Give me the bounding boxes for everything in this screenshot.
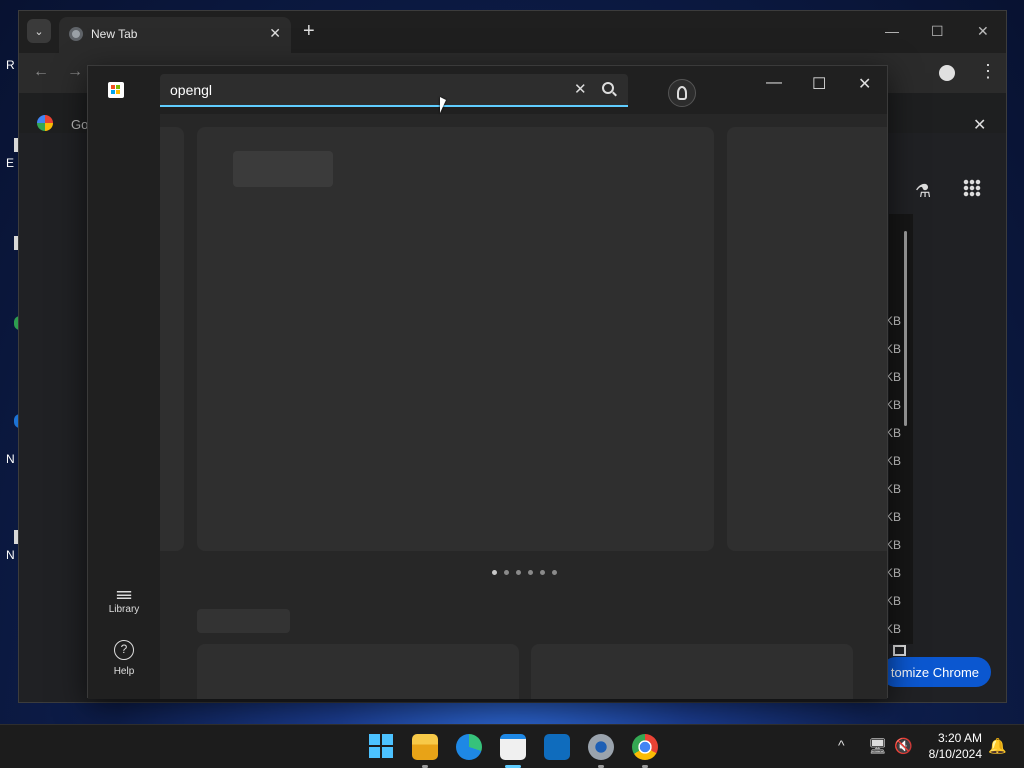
carousel-dot[interactable] (540, 570, 545, 575)
file-explorer-icon[interactable] (412, 734, 438, 760)
hero-card[interactable] (197, 127, 714, 551)
desktop-label-fragment[interactable]: R (6, 58, 15, 72)
start-button[interactable] (369, 734, 393, 758)
nav-help-label: Help (113, 666, 135, 677)
tab-search-button[interactable]: ⌄ (27, 19, 51, 43)
chrome-taskbar-icon[interactable] (632, 734, 658, 760)
person-icon (677, 86, 687, 100)
section-title-placeholder (197, 609, 290, 633)
google-apps-icon[interactable] (963, 179, 981, 197)
chrome-minimize-button[interactable]: — (885, 23, 899, 39)
desktop-label-fragment[interactable]: N (6, 548, 15, 562)
scrollbar[interactable] (904, 231, 907, 426)
network-icon[interactable]: 🖥 (868, 737, 887, 755)
tab-close-icon[interactable]: ✕ (269, 25, 281, 42)
outlook-icon[interactable] (544, 734, 570, 760)
tab-title: New Tab (91, 27, 138, 41)
taskbar: ^ 🖥 🔇 3:20 AM 8/10/2024 🔔 (0, 724, 1024, 768)
chrome-maximize-button[interactable]: ☐ (931, 23, 944, 40)
chrome-tab[interactable]: New Tab ✕ (59, 17, 291, 53)
desktop-label-fragment[interactable]: E (6, 156, 14, 170)
clock-date: 8/10/2024 (928, 747, 982, 761)
chrome-menu-icon[interactable]: ⋮ (979, 61, 997, 82)
store-logo-icon (108, 82, 124, 98)
customize-chrome-button[interactable]: tomize Chrome (881, 657, 991, 687)
back-button[interactable]: ← (33, 63, 49, 81)
clock-time: 3:20 AM (937, 731, 982, 745)
app-card-placeholder[interactable] (531, 644, 853, 699)
library-icon: 𝍢 (115, 582, 133, 604)
clear-search-icon[interactable]: ✕ (574, 80, 587, 98)
system-clock[interactable]: 3:20 AM 8/10/2024 (920, 730, 982, 762)
nav-library[interactable]: 𝍢 Library (88, 578, 160, 615)
help-icon: ? (114, 640, 134, 660)
store-minimize-button[interactable]: — (766, 74, 782, 92)
mouse-cursor (440, 97, 446, 113)
nav-library-label: Library (108, 604, 140, 615)
volume-muted-icon[interactable]: 🔇 (894, 737, 913, 755)
bookmark-text[interactable]: Go (71, 117, 88, 132)
profile-icon[interactable] (939, 65, 955, 81)
tablet-icon[interactable] (893, 645, 906, 656)
nav-help[interactable]: ? Help (88, 640, 160, 677)
notification-bell-icon[interactable]: 🔔 (988, 737, 1007, 755)
carousel-dots[interactable] (492, 570, 557, 575)
carousel-dot[interactable] (552, 570, 557, 575)
store-close-button[interactable]: ✕ (858, 74, 871, 94)
app-card-placeholder[interactable] (197, 644, 519, 699)
microsoft-store-window: ✕ — ☐ ✕ 𝍢 Library ? Help (87, 65, 888, 699)
hero-title-placeholder (233, 151, 333, 187)
microsoft-store-icon[interactable] (500, 734, 526, 760)
bar-close-icon[interactable]: ✕ (973, 115, 986, 135)
store-titlebar: ✕ — ☐ ✕ (88, 66, 887, 114)
carousel-dot[interactable] (516, 570, 521, 575)
chrome-favicon-icon (69, 27, 83, 41)
hero-card-previous[interactable] (160, 127, 184, 551)
forward-button[interactable]: → (67, 63, 83, 81)
show-hidden-icons-chevron-icon[interactable]: ^ (838, 737, 845, 753)
labs-flask-icon[interactable]: ⚗ (915, 181, 931, 202)
hero-card-next[interactable] (727, 127, 887, 551)
store-search-input[interactable] (170, 81, 550, 99)
chrome-tab-strip: ⌄ New Tab ✕ + — ☐ ✕ (19, 11, 1006, 53)
chrome-close-button[interactable]: ✕ (977, 23, 989, 40)
search-icon[interactable] (602, 82, 614, 94)
store-navigation: 𝍢 Library ? Help (88, 114, 160, 699)
account-button[interactable] (668, 79, 696, 107)
carousel-dot[interactable] (492, 570, 497, 575)
carousel-dot[interactable] (528, 570, 533, 575)
new-tab-button[interactable]: + (303, 21, 315, 41)
store-maximize-button[interactable]: ☐ (812, 74, 826, 94)
settings-icon[interactable] (588, 734, 614, 760)
edge-icon[interactable] (456, 734, 482, 760)
store-content (160, 114, 887, 699)
google-logo-icon (37, 115, 53, 131)
store-search-box[interactable]: ✕ (160, 74, 628, 107)
desktop-label-fragment[interactable]: N (6, 452, 15, 466)
carousel-dot[interactable] (504, 570, 509, 575)
